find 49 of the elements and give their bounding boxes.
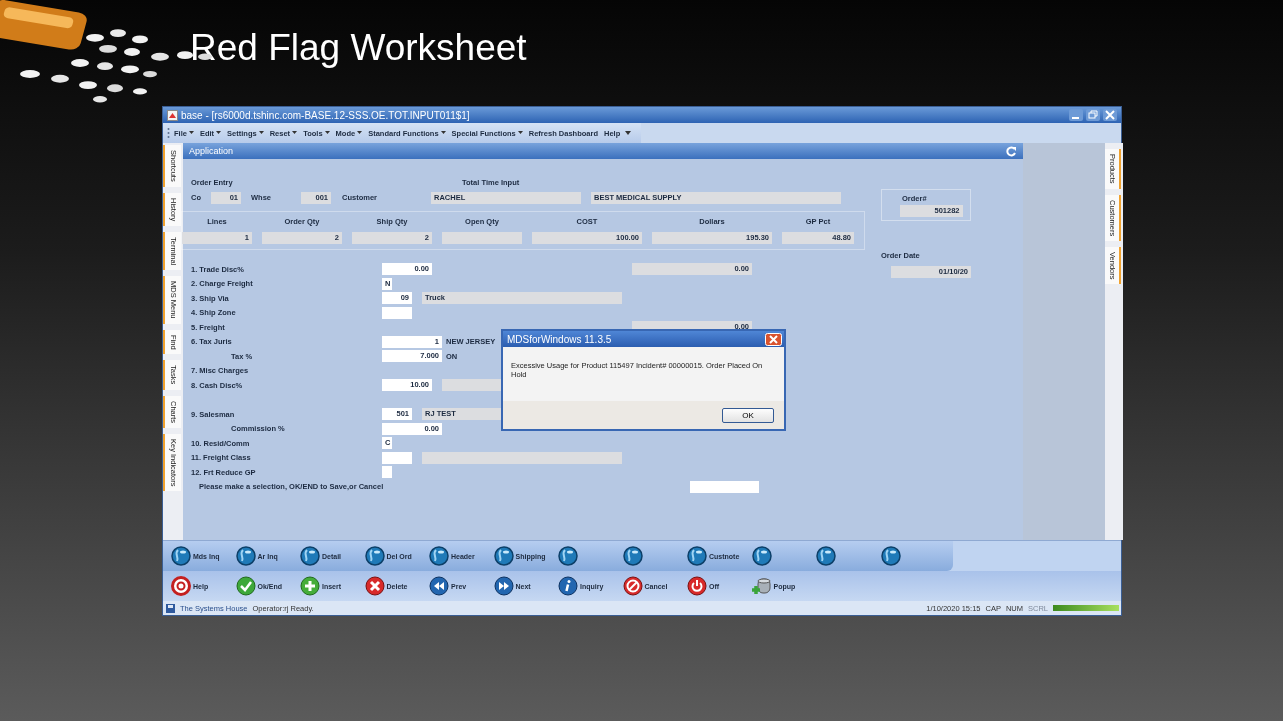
lifebuoy-icon <box>171 576 191 596</box>
fast-forward-icon <box>493 576 514 596</box>
rewind-icon <box>429 576 449 596</box>
caret-icon <box>517 131 523 135</box>
checkmark-icon <box>235 576 256 596</box>
globe-icon <box>816 546 836 566</box>
input-field[interactable] <box>382 306 412 319</box>
input-field[interactable] <box>442 232 522 244</box>
refresh-icon[interactable] <box>1006 145 1017 157</box>
globe-icon <box>558 546 578 566</box>
grip-icon <box>167 127 170 139</box>
caret-icon <box>440 131 446 135</box>
globe-icon <box>235 546 256 566</box>
globe-icon <box>687 546 707 566</box>
input-field[interactable] <box>382 451 412 464</box>
minimize-icon[interactable] <box>1069 109 1083 121</box>
ok-button[interactable]: OK <box>722 407 774 423</box>
globe-icon <box>751 546 772 566</box>
globe-icon <box>171 546 191 566</box>
caret-icon <box>324 131 330 135</box>
database-icon <box>751 576 772 596</box>
close-icon[interactable] <box>1103 109 1117 121</box>
globe-icon <box>880 546 901 566</box>
caret-icon <box>216 131 222 135</box>
x-icon <box>364 576 385 596</box>
window-title: base - [rs6000d.tshinc.com-BASE.12-SSS.OE.TOT.INPUT011$1] <box>181 109 470 121</box>
caret-icon <box>357 131 363 135</box>
globe-icon <box>493 546 514 566</box>
plus-icon <box>300 576 320 596</box>
panel-title: Application <box>189 146 234 156</box>
globe-icon <box>429 546 449 566</box>
restore-icon[interactable] <box>1086 109 1100 121</box>
app-icon <box>167 109 178 121</box>
caret-icon <box>292 131 298 135</box>
input-field[interactable] <box>382 466 392 479</box>
no-entry-icon <box>622 576 643 596</box>
caret-icon <box>188 131 194 135</box>
globe-icon <box>364 546 385 566</box>
slide-title: Red Flag Worksheet <box>190 26 528 70</box>
dialog-title: MDSforWindows 11.3.5 <box>507 333 612 345</box>
globe-icon <box>300 546 320 566</box>
info-icon <box>558 576 578 596</box>
globe-icon <box>622 546 643 566</box>
close-icon[interactable] <box>765 332 782 346</box>
power-icon <box>687 576 707 596</box>
overflow-caret-icon[interactable] <box>624 130 633 136</box>
input-field[interactable] <box>690 480 759 493</box>
progress-bar-drawing <box>1053 605 1119 611</box>
caret-icon <box>258 131 264 135</box>
